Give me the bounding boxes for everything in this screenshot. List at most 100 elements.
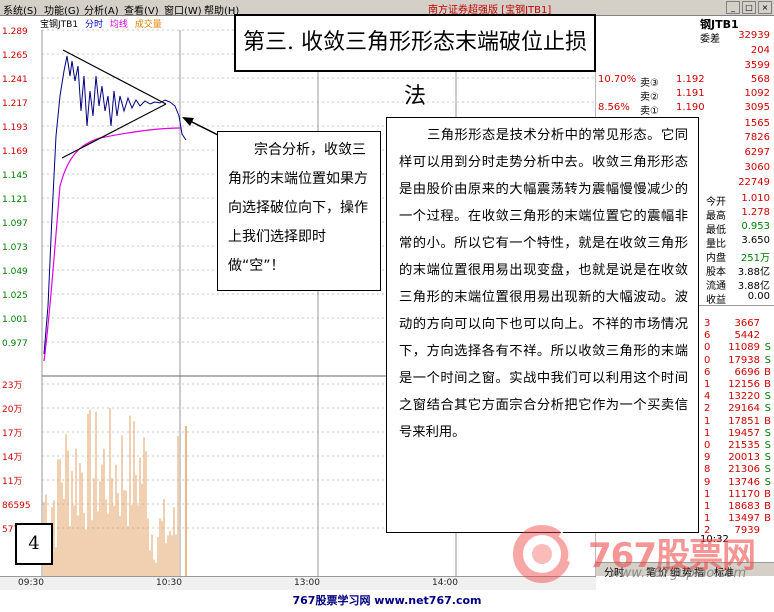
minimize-button[interactable]: _ (726, 1, 740, 14)
sell-price: 1.192 (676, 74, 705, 85)
sell-label: 卖③ (640, 78, 659, 89)
volume-tick-label: 11万 (2, 477, 22, 487)
sell-row-2[interactable]: 卖② 1.191 1092 (596, 88, 774, 103)
stat-label: 最高 (706, 211, 726, 222)
buy-vol: 1565 (744, 118, 770, 129)
footer-credit: 767股票学习网 www.net767.com (0, 592, 774, 612)
price-tick-label: 1.145 (2, 171, 28, 181)
menu-system[interactable]: 系统(S) (3, 2, 37, 17)
tick-side: S (764, 476, 771, 488)
maximize-button[interactable]: □ (742, 1, 756, 14)
price-tick-label: 1.025 (2, 291, 28, 301)
average-line (43, 127, 181, 362)
buy-vol: 22749 (738, 177, 770, 188)
callout-arrow-icon (182, 117, 221, 137)
sell-vol: 1092 (744, 88, 770, 99)
tick-side: S (764, 464, 771, 476)
menu-view[interactable]: 查看(V) (124, 2, 159, 17)
tick-count: 3 (704, 318, 711, 329)
stat-label: 量比 (706, 239, 726, 250)
tick-volume: 11089 (728, 342, 760, 354)
tick-side: S (764, 391, 771, 403)
callout-note: 宗合分析，收敛三角形的末端位置如果方向选择破位向下，操作上我们选择即时做“空”！ (217, 131, 381, 291)
stat-label: 内盘 (706, 253, 726, 264)
time-axis: 09:30 10:30 13:00 14:00 (0, 576, 596, 590)
tick-count: 1 (704, 415, 711, 427)
quote-stock-row: 钢JTB1 (596, 16, 774, 31)
tick-volume: 3667 (734, 318, 760, 329)
sell-label: 卖② (640, 92, 659, 103)
tick-volume: 21535 (728, 440, 760, 451)
tick-side: B (764, 379, 771, 390)
sell-pct: 8.56% (598, 102, 630, 113)
sell-row-3[interactable]: 10.70% 卖③ 1.192 568 (596, 74, 774, 89)
menu-function[interactable]: 功能(G) (44, 2, 80, 17)
quote-value: 3599 (744, 60, 770, 71)
price-tick-label: 1.265 (2, 51, 28, 61)
tick-side: S (764, 342, 771, 354)
stat-value: 0.00 (747, 291, 770, 302)
price-tick-label: 1.073 (2, 243, 28, 253)
stat-label: 收益 (706, 295, 726, 306)
watermark: 767股票网 www.767gupiao.com (510, 522, 774, 586)
stat-value: 3.88亿 (737, 281, 770, 292)
tick-volume: 21306 (728, 464, 760, 476)
tick-count: 8 (704, 464, 711, 476)
stat-value: 251万 (740, 253, 770, 264)
stat-label: 最低 (706, 225, 726, 236)
volume-tick-label: 20万 (2, 405, 22, 415)
tick-volume: 13746 (728, 476, 760, 488)
tick-side: B (764, 501, 771, 512)
chart-stock-name: 宝钢JTB1 (40, 20, 79, 30)
tick-volume: 13220 (728, 391, 760, 403)
menu-analysis[interactable]: 分析(A) (84, 2, 119, 17)
close-button[interactable]: × (758, 1, 772, 14)
stat-label: 今开 (706, 197, 726, 208)
section-title: 第三. 收敛三角形形态末端破位止损法 (234, 14, 596, 109)
price-tick-label: 1.001 (2, 315, 28, 325)
tick-volume: 17851 (728, 415, 760, 427)
sell-vol: 3095 (744, 102, 770, 113)
page-number: 4 (15, 523, 53, 565)
tick-count: 0 (704, 354, 711, 366)
tick-volume: 18683 (728, 501, 760, 512)
stat-value: 1.010 (741, 193, 770, 204)
volume-tick-label: 86595 (2, 501, 31, 511)
tick-volume: 20013 (728, 452, 760, 464)
quote-row: 3599 (596, 60, 774, 72)
tick-volume: 29164 (728, 403, 760, 415)
tick-count: 9 (704, 476, 711, 488)
chart-mode-label: 分时 (84, 20, 103, 30)
tick-volume: 17938 (728, 354, 760, 366)
watermark-logo-icon (513, 525, 575, 583)
stat-value: 1.278 (741, 207, 770, 218)
price-tick-label: 1.121 (2, 195, 28, 205)
tick-side: B (764, 488, 771, 500)
time-label: 13:00 (294, 578, 320, 588)
tick-side: B (764, 415, 771, 427)
watermark-url: www.767gupiao.com (610, 566, 747, 581)
tick-side: S (764, 403, 771, 415)
tick-count: 9 (704, 452, 711, 464)
menu-window[interactable]: 窗口(W) (164, 2, 202, 17)
tick-side: B (764, 366, 771, 378)
stat-value: 3.88亿 (737, 267, 770, 278)
sell-row-1[interactable]: 8.56% 卖① 1.190 3095 (596, 102, 774, 117)
tick-count: 4 (704, 391, 711, 403)
quote-value: 204 (750, 45, 770, 56)
tick-count: 1 (704, 427, 711, 439)
tick-side: S (764, 354, 771, 366)
sell-price: 1.190 (676, 102, 705, 113)
wei-cha-row: 委差 32939 (596, 30, 774, 45)
price-tick-label: 0.977 (2, 339, 28, 349)
time-label: 14:00 (432, 578, 458, 588)
tick-side: S (764, 452, 771, 464)
price-tick-label: 1.241 (2, 75, 28, 85)
tick-count: 2 (704, 403, 711, 415)
stat-value: 0.953 (741, 221, 770, 232)
sell-vol: 568 (750, 74, 770, 85)
window-controls: _ □ × (726, 1, 772, 14)
buy-vol: 6297 (744, 147, 770, 158)
tick-volume: 11170 (728, 488, 760, 500)
tick-volume: 5442 (734, 330, 760, 342)
